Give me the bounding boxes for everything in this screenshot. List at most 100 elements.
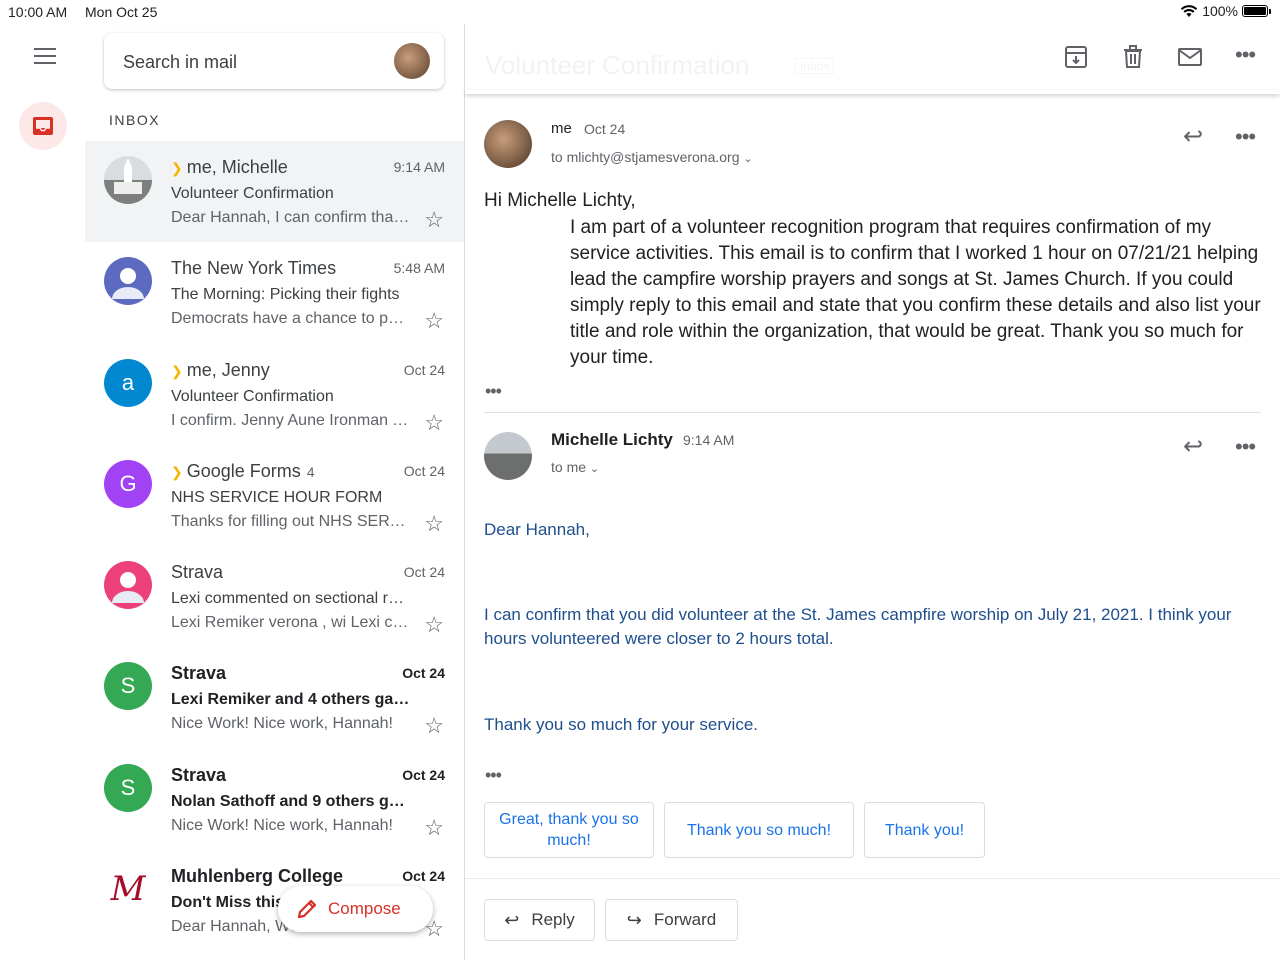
search-input[interactable]: Search in mail	[123, 52, 237, 73]
message-date: Oct 24	[402, 665, 445, 681]
message-date: 9:14 AM	[393, 159, 445, 175]
message-snippet: Thanks for filling out NHS SERVICE HOUR …	[171, 513, 411, 530]
message-date: Oct 24	[403, 564, 445, 580]
wifi-icon	[1180, 5, 1198, 17]
message-sender: ❯ Google Forms 4	[171, 461, 315, 482]
star-icon[interactable]: ☆	[424, 410, 444, 436]
message2-more-icon[interactable]: •••	[1235, 434, 1256, 460]
star-icon[interactable]: ☆	[424, 815, 444, 841]
compose-label: Compose	[328, 899, 401, 918]
more-options-icon[interactable]: •••	[1235, 42, 1256, 68]
sender-name: Strava	[171, 765, 227, 785]
battery-icon	[1242, 5, 1271, 17]
message1-to-text: to mlichty@stjamesverona.org	[551, 149, 740, 165]
sender-avatar: G	[104, 460, 152, 508]
pencil-icon	[297, 899, 317, 919]
sender-avatar: S	[104, 662, 152, 710]
sender-name: Google Forms	[186, 461, 301, 481]
mail-icon[interactable]	[1177, 44, 1203, 70]
message2-to-text: to me	[551, 459, 587, 475]
chevron-down-icon: ⌄	[589, 463, 600, 475]
message-list-item[interactable]: a ❯ me, Jenny Oct 24 Volunteer Confirmation I…	[85, 344, 464, 445]
sender-avatar	[104, 561, 152, 609]
sender-name: me, Jenny	[186, 360, 270, 380]
message-date: 5:48 AM	[393, 260, 445, 276]
star-icon[interactable]: ☆	[424, 207, 444, 233]
message-list-item[interactable]: ❯ me, Michelle 9:14 AM Volunteer Confirmati…	[85, 141, 464, 242]
message1-more-icon[interactable]: •••	[1235, 124, 1256, 150]
important-marker-icon: ❯	[171, 160, 183, 176]
star-icon[interactable]: ☆	[424, 713, 444, 739]
toolbar-shadow	[465, 90, 1280, 94]
account-avatar[interactable]	[394, 43, 430, 79]
message-sender: The New York Times	[171, 258, 336, 279]
smart-reply-2[interactable]: Thank you so much!	[664, 802, 854, 858]
sender-name: Muhlenberg College	[171, 866, 344, 886]
message2-greeting: Dear Hannah,	[484, 520, 590, 539]
sender-name: The New York Times	[171, 258, 337, 278]
reply-icon[interactable]: ↩	[1183, 122, 1203, 151]
message1-greeting: Hi Michelle Lichty,	[484, 190, 636, 211]
sender-name: Strava	[171, 562, 224, 582]
message-list-item[interactable]: S Strava Oct 24 Lexi Remiker and 4 others g…	[85, 647, 464, 748]
sender-avatar	[104, 257, 152, 305]
important-marker-icon: ❯	[171, 363, 183, 379]
reply-button[interactable]: ↩ Reply	[484, 899, 595, 941]
archive-icon[interactable]	[1063, 44, 1089, 70]
thread-count: 4	[306, 464, 315, 480]
reply-label: Reply	[531, 910, 575, 929]
chevron-down-icon: ⌄	[743, 153, 753, 165]
message1-recipients[interactable]: to mlichty@stjamesverona.org ⌄	[551, 149, 753, 165]
sender-name: Strava	[171, 663, 227, 683]
message-snippet: Lexi Remiker verona , wi Lexi commented	[171, 614, 411, 631]
message-list-item[interactable]: The New York Times 5:48 AM The Morning: Pi…	[85, 242, 464, 343]
message-subject: Volunteer Confirmation	[171, 185, 334, 202]
message-date: Oct 24	[402, 767, 445, 783]
forward-button[interactable]: ↪ Forward	[605, 899, 738, 941]
sender-name: me, Michelle	[186, 157, 288, 177]
status-bar: 10:00 AM Mon Oct 25 100%	[0, 0, 1280, 24]
message-sender: Muhlenberg College	[171, 866, 343, 887]
folder-label: INBOX	[109, 112, 161, 128]
message-divider	[484, 412, 1261, 413]
reading-pane: Volunteer Confirmation Inbox ••• me Oct …	[465, 24, 1280, 960]
star-icon[interactable]: ☆	[424, 308, 444, 334]
star-icon[interactable]: ☆	[424, 511, 444, 537]
message2-date: 9:14 AM	[683, 432, 735, 448]
sender-avatar	[484, 120, 532, 168]
star-icon[interactable]: ☆	[424, 612, 444, 638]
compose-button[interactable]: Compose	[278, 886, 433, 932]
sender-avatar: S	[104, 764, 152, 812]
message2-closing: Thank you so much for your service.	[484, 715, 759, 734]
show-trimmed-icon[interactable]: •••	[485, 381, 502, 402]
menu-icon[interactable]	[34, 48, 56, 66]
message-subject: Nolan Sathoff and 9 others gave you kudo…	[171, 793, 411, 810]
message2-recipients[interactable]: to me ⌄	[551, 459, 599, 475]
message-list-item[interactable]: S Strava Oct 24 Nolan Sathoff and 9 others …	[85, 749, 464, 850]
forward-icon: ↪	[626, 909, 642, 930]
search-bar[interactable]: Search in mail	[104, 33, 444, 89]
status-right: 100%	[1180, 3, 1271, 19]
sender-avatar: a	[104, 359, 152, 407]
message-snippet: Democrats have a chance to pass	[171, 310, 411, 327]
message-subject: Volunteer Confirmation	[171, 388, 334, 405]
reply-icon[interactable]: ↩	[1183, 432, 1203, 461]
message-snippet: Nice Work! Nice work, Hannah!	[171, 715, 393, 732]
trash-icon[interactable]	[1120, 44, 1146, 70]
message1-body: I am part of a volunteer recognition pro…	[570, 217, 1261, 368]
message-snippet: Nice Work! Nice work, Hannah!	[171, 817, 393, 834]
inbox-rail-icon[interactable]	[19, 102, 67, 150]
message1-date: Oct 24	[584, 121, 626, 137]
message-sender: Strava	[171, 663, 226, 684]
message-sender: ❯ me, Jenny	[171, 360, 270, 381]
message-sender: Strava	[171, 562, 223, 583]
thread-title: Volunteer Confirmation	[485, 50, 750, 80]
show-trimmed-icon[interactable]: •••	[485, 765, 502, 786]
smart-reply-1[interactable]: Great, thank you so much!	[484, 802, 654, 858]
message-list-item[interactable]: G ❯ Google Forms 4 Oct 24 NHS SERVICE HOUR FO…	[85, 445, 464, 546]
message-sender: ❯ me, Michelle	[171, 157, 288, 178]
message-list-item[interactable]: Strava Oct 24 Lexi commented on sectional …	[85, 546, 464, 647]
smart-reply-3[interactable]: Thank you!	[864, 802, 985, 858]
forward-label: Forward	[653, 910, 717, 929]
message-snippet: I confirm. Jenny Aune Ironman Triathlete	[171, 412, 411, 429]
